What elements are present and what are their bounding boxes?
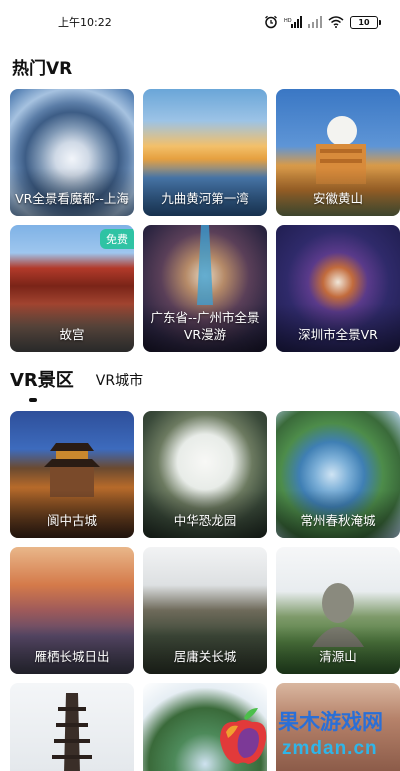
spot-card-pagoda[interactable] xyxy=(10,683,134,771)
hot-card-shanghai[interactable]: VR全景看魔都--上海 xyxy=(10,89,134,216)
spot-card-qingyuan[interactable]: 清源山 xyxy=(276,547,400,674)
hot-card-huangshan[interactable]: 安徽黄山 xyxy=(276,89,400,216)
status-time: 上午10:22 xyxy=(58,16,112,29)
watermark-sub-text: zmdan.cn xyxy=(282,738,378,759)
spot-card-dinosaur-park[interactable]: 中华恐龙园 xyxy=(143,411,267,538)
card-label: 中华恐龙园 xyxy=(173,513,237,529)
card-label: 常州春秋淹城 xyxy=(300,513,376,529)
battery-level: 10 xyxy=(358,17,370,27)
card-label: 居庸关长城 xyxy=(173,649,237,665)
tab-indicator xyxy=(29,398,37,402)
status-bar: 上午10:22 HD 10 xyxy=(0,0,400,44)
hot-card-shenzhen[interactable]: 深圳市全景VR xyxy=(276,225,400,352)
pagoda-art xyxy=(52,693,92,771)
card-label: 深圳市全景VR xyxy=(298,327,378,343)
hot-vr-grid: VR全景看魔都--上海 九曲黄河第一湾 安徽黄山 免费 故宫 广东省--广州市全… xyxy=(10,89,400,352)
card-label: VR全景看魔都--上海 xyxy=(15,191,129,207)
hd-signal-icon: HD xyxy=(284,16,302,28)
spot-card-yanqi[interactable]: 雁栖长城日出 xyxy=(10,547,134,674)
watermark-logo: 果木游戏网 zmdan.cn xyxy=(200,700,400,771)
hot-card-forbidden-city[interactable]: 免费 故宫 xyxy=(10,225,134,352)
wifi-icon xyxy=(328,16,344,28)
spot-card-changzhou[interactable]: 常州春秋淹城 xyxy=(276,411,400,538)
card-label: 阆中古城 xyxy=(46,513,97,529)
tab-vr-city[interactable]: VR城市 xyxy=(96,370,143,392)
hot-card-yellow-river[interactable]: 九曲黄河第一湾 xyxy=(143,89,267,216)
hot-card-guangzhou[interactable]: 广东省--广州市全景VR漫游 xyxy=(143,225,267,352)
category-tabs: VR景区 VR城市 xyxy=(10,366,143,392)
battery-icon: 10 xyxy=(350,15,381,29)
spot-card-langzhong[interactable]: 阆中古城 xyxy=(10,411,134,538)
spot-card-juyongguan[interactable]: 居庸关长城 xyxy=(143,547,267,674)
signal-icon xyxy=(308,16,322,28)
watermark-main-text: 果木游戏网 xyxy=(278,710,383,734)
hot-vr-title: 热门VR xyxy=(12,59,73,79)
card-label: 清源山 xyxy=(319,649,357,665)
card-label: 九曲黄河第一湾 xyxy=(161,191,249,207)
card-label: 广东省--广州市全景VR漫游 xyxy=(150,310,260,343)
status-icons: HD 10 xyxy=(264,15,381,29)
free-badge: 免费 xyxy=(100,229,134,249)
svg-text:HD: HD xyxy=(284,18,292,24)
card-label: 雁栖长城日出 xyxy=(34,649,110,665)
card-label: 安徽黄山 xyxy=(312,191,363,207)
alarm-icon xyxy=(265,15,277,29)
card-label: 故宫 xyxy=(59,327,85,343)
tab-vr-spots[interactable]: VR景区 xyxy=(10,366,74,392)
